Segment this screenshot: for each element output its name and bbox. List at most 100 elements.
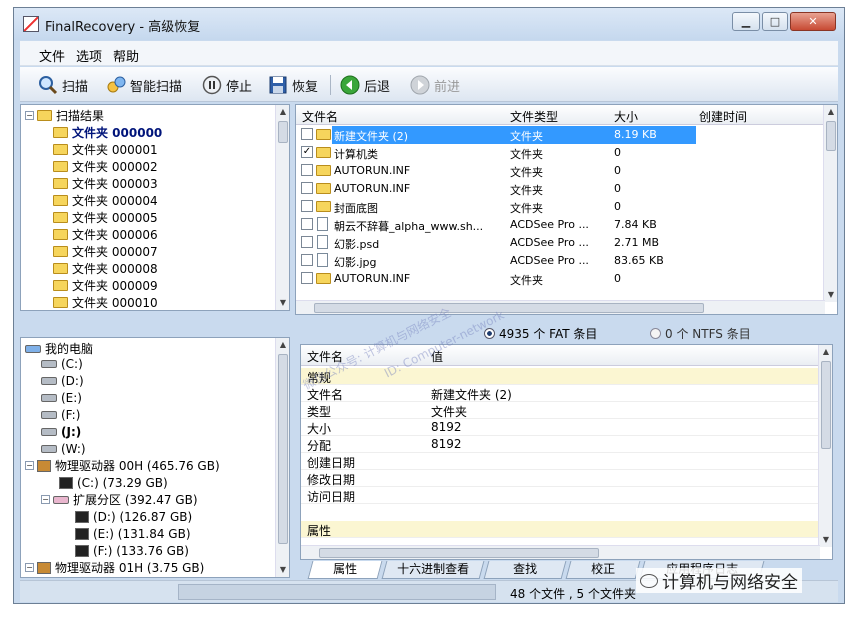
file-list-hscroll[interactable] — [296, 300, 825, 314]
close-button[interactable]: ✕ — [790, 12, 836, 31]
folder-icon — [53, 229, 68, 240]
app-icon — [23, 16, 39, 32]
back-arrow-icon — [340, 75, 360, 95]
extended-partition[interactable]: − 扩展分区 (392.47 GB) — [41, 491, 198, 508]
property-row: 大小 8192 — [301, 419, 832, 436]
tree-folder-item[interactable]: 文件夹 000010 — [53, 294, 158, 310]
file-row[interactable]: 朝云不辞暮_alpha_www.sh... ACDSee Pro ... 7.84 … — [296, 216, 696, 234]
tree-folder-item[interactable]: 文件夹 000009 — [53, 277, 158, 294]
properties-vscroll[interactable]: ▲ ▼ — [818, 345, 832, 547]
fat-entries-radio[interactable]: 4935 个 FAT 条目 — [484, 325, 597, 342]
drive-icon — [41, 376, 57, 385]
radio-icon — [650, 328, 661, 339]
tree-folder-item[interactable]: 文件夹 000004 — [53, 192, 158, 209]
logical-partition[interactable]: (E:) (131.84 GB) — [75, 525, 191, 542]
recover-button[interactable]: 恢复 — [268, 73, 318, 97]
tab-find[interactable]: 查找 — [483, 561, 567, 579]
physical-drive-00[interactable]: − 物理驱动器 00H (465.76 GB) — [25, 457, 220, 474]
scan-results-tree: − 扫描结果 文件夹 000000 文件夹 000001 文件夹 000002 文件夹… — [20, 104, 290, 311]
drive-icon — [41, 410, 57, 419]
property-row: 访问日期 — [301, 487, 832, 504]
tree-vertical-scrollbar[interactable]: ▲ ▼ — [275, 105, 289, 310]
tree-folder-item[interactable]: 文件夹 000002 — [53, 158, 158, 175]
computer-tree: 我的电脑 (C:) (D:) (E:) (F:) (J:) (W:) − 物理驱动器 00… — [20, 337, 290, 578]
tree-folder-item[interactable]: 文件夹 000007 — [53, 243, 158, 260]
smart-scan-button[interactable]: 智能扫描 — [106, 73, 182, 97]
partition-c[interactable]: (C:) (73.29 GB) — [59, 474, 168, 491]
drive-icon — [41, 393, 57, 402]
tree-folder-item[interactable]: 文件夹 000006 — [53, 226, 158, 243]
file-row[interactable]: 幻影.psd ACDSee Pro ... 2.71 MB — [296, 234, 696, 252]
properties-pane: 文件名 值 常规 文件名 新建文件夹 (2) 类型 文件夹 大小 8192 分配 8192 创建… — [300, 344, 833, 560]
logical-partition[interactable]: (D:) (126.87 GB) — [75, 508, 192, 525]
file-row[interactable]: AUTORUN.INF 文件夹 0 — [296, 270, 696, 288]
drive-item[interactable]: (C:) — [41, 355, 83, 372]
logical-partition[interactable]: (F:) (133.76 GB) — [75, 542, 189, 559]
file-row[interactable]: AUTORUN.INF 文件夹 0 — [296, 180, 696, 198]
partition-icon — [75, 527, 89, 540]
tree-folder-item[interactable]: 文件夹 000008 — [53, 260, 158, 277]
toolbar-separator — [330, 75, 331, 95]
row-checkbox[interactable] — [301, 272, 313, 284]
physical-drive-01[interactable]: − 物理驱动器 01H (3.75 GB) — [25, 559, 204, 576]
column-size[interactable]: 大小 — [614, 108, 638, 125]
drive-icon — [41, 427, 57, 436]
tree-folder-item[interactable]: 文件夹 000001 — [53, 141, 158, 158]
file-list-vscroll[interactable]: ▲ ▼ — [823, 105, 837, 302]
back-button[interactable]: 后退 — [340, 73, 390, 97]
row-checkbox[interactable] — [301, 236, 313, 248]
minimize-button[interactable]: ▁ — [732, 12, 760, 31]
partition-icon — [75, 544, 89, 557]
file-row[interactable]: ✓ 计算机类 文件夹 0 — [296, 144, 696, 162]
maximize-button[interactable]: □ — [762, 12, 788, 31]
row-checkbox[interactable] — [301, 182, 313, 194]
tab-properties[interactable]: 属性 — [307, 561, 383, 579]
file-row[interactable]: ✓ 新建文件夹 (2) 文件夹 8.19 KB — [296, 126, 696, 144]
menu-options[interactable]: 选项 — [76, 46, 102, 65]
computer-tree-scrollbar[interactable]: ▲ ▼ — [275, 338, 289, 577]
tab-hex-view[interactable]: 十六进制查看 — [381, 561, 485, 579]
drive-item[interactable]: (W:) — [41, 440, 86, 457]
scan-button[interactable]: 扫描 — [38, 73, 88, 97]
drive-item[interactable]: (D:) — [41, 372, 84, 389]
partition-icon — [59, 476, 73, 489]
file-row[interactable]: 封面底图 文件夹 0 — [296, 198, 696, 216]
tree-folder-item[interactable]: 文件夹 000005 — [53, 209, 158, 226]
column-name[interactable]: 文件名 — [302, 108, 338, 125]
menu-help[interactable]: 帮助 — [113, 46, 139, 65]
row-checkbox[interactable] — [301, 164, 313, 176]
row-checkbox[interactable] — [301, 254, 313, 266]
splitter[interactable] — [20, 311, 290, 337]
column-type[interactable]: 文件类型 — [510, 108, 558, 125]
magnifier-icon — [38, 75, 58, 95]
row-checkbox[interactable] — [301, 218, 313, 230]
folder-icon — [53, 178, 68, 189]
folder-icon — [53, 297, 68, 308]
title-bar[interactable]: FinalRecovery - 高级恢复 ▁ □ ✕ — [14, 8, 844, 40]
tab-verify[interactable]: 校正 — [565, 561, 641, 579]
properties-hscroll[interactable] — [301, 545, 820, 559]
file-row[interactable]: AUTORUN.INF 文件夹 0 — [296, 162, 696, 180]
tree-root-scan-results[interactable]: − 扫描结果 — [25, 107, 104, 124]
folder-icon — [53, 212, 68, 223]
drive-item[interactable]: (J:) — [41, 423, 81, 440]
forward-arrow-icon — [410, 75, 430, 95]
progress-bar — [178, 584, 496, 600]
stop-button[interactable]: 停止 — [202, 73, 252, 97]
drive-item[interactable]: (F:) — [41, 406, 80, 423]
menu-file[interactable]: 文件 — [39, 46, 65, 65]
tree-folder-item[interactable]: 文件夹 000000 — [53, 124, 162, 141]
file-row[interactable]: 幻影.jpg ACDSee Pro ... 83.65 KB — [296, 252, 696, 270]
drive-item[interactable]: (E:) — [41, 389, 82, 406]
column-created[interactable]: 创建时间 — [699, 108, 747, 125]
status-file-count: 48 个文件 , 5 个文件夹 — [510, 587, 636, 601]
row-checkbox[interactable]: ✓ — [301, 128, 313, 140]
folder-icon — [316, 147, 331, 158]
row-checkbox[interactable] — [301, 200, 313, 212]
ntfs-entries-radio[interactable]: 0 个 NTFS 条目 — [650, 325, 751, 342]
tree-folder-item[interactable]: 文件夹 000003 — [53, 175, 158, 192]
hard-disk-icon — [37, 561, 51, 574]
row-checkbox[interactable]: ✓ — [301, 146, 313, 158]
section-general: 常规 — [301, 368, 832, 385]
forward-button[interactable]: 前进 — [410, 73, 460, 97]
